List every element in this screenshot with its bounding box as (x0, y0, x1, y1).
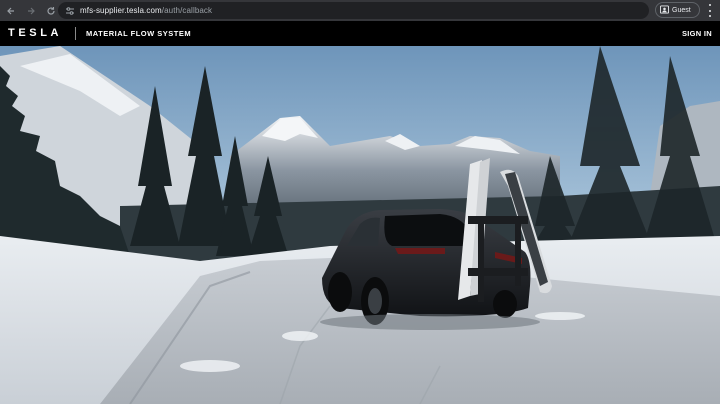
profile-label: Guest (672, 6, 691, 14)
sign-in-link[interactable]: SIGN IN (682, 29, 712, 38)
site-header: TESLA MATERIAL FLOW SYSTEM SIGN IN (0, 21, 720, 46)
back-arrow-icon[interactable] (4, 4, 18, 18)
menu-kebab-icon[interactable] (706, 4, 714, 17)
app-title: MATERIAL FLOW SYSTEM (86, 29, 192, 38)
browser-toolbar: mfs-supplier.tesla.com/auth/callback Gue… (0, 0, 720, 21)
hero-image (0, 46, 720, 404)
forward-arrow-icon[interactable] (24, 4, 38, 18)
tesla-logo[interactable]: TESLA (8, 27, 62, 39)
url-host: mfs-supplier.tesla.com (80, 6, 162, 15)
url-text[interactable]: mfs-supplier.tesla.com/auth/callback (80, 6, 212, 15)
reload-icon[interactable] (44, 4, 58, 18)
guest-profile-button[interactable]: Guest (655, 2, 700, 18)
url-path: /auth/callback (161, 6, 213, 15)
guest-profile-icon (660, 1, 669, 19)
snowy-mountain-road-car-icon (0, 46, 720, 404)
header-divider (75, 27, 76, 40)
site-settings-icon[interactable] (64, 5, 75, 16)
address-bar[interactable]: mfs-supplier.tesla.com/auth/callback (58, 2, 649, 19)
